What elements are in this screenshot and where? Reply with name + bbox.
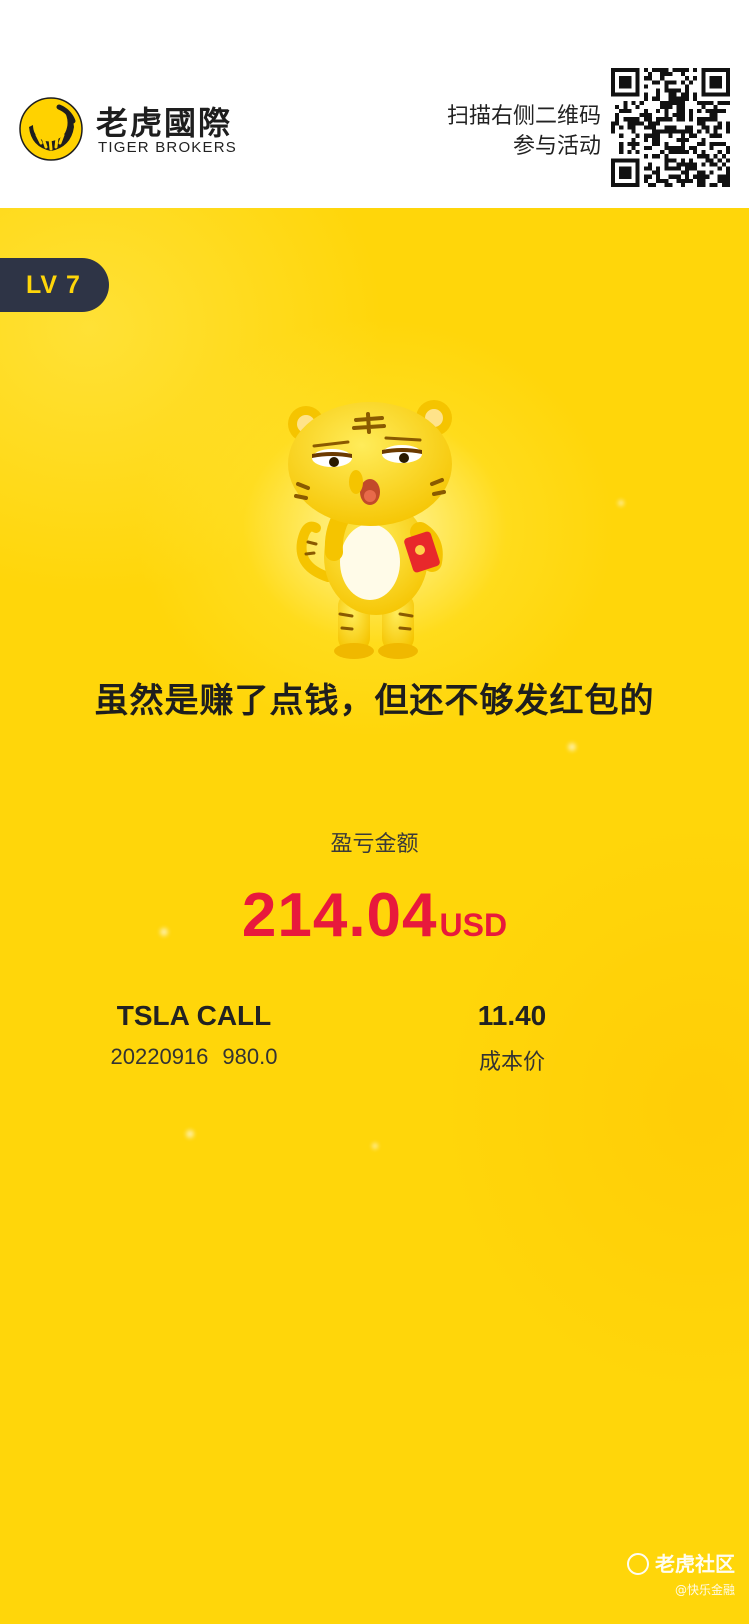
level-badge: LV 7 — [0, 258, 109, 312]
sparkle-decoration — [568, 743, 576, 751]
watermark-title-text: 老虎社区 — [655, 1552, 735, 1576]
pnl-amount-value: 214.04 — [241, 881, 438, 950]
watermark-title: 老虎社区 — [627, 1548, 735, 1577]
pnl-label: 盈亏金额 — [330, 832, 419, 857]
brand-name-cn: 老虎國際 — [96, 104, 233, 142]
cost-price-label: 成本价 — [478, 1050, 545, 1075]
scan-instruction-line1: 扫描右侧二维码 — [446, 104, 601, 129]
watermark-handle: @快乐金融 — [674, 1583, 735, 1597]
contract-expiry: 20220916 — [110, 1044, 209, 1069]
tiger-mascot — [288, 400, 452, 659]
cost-info: 11.40 成本价 — [424, 1000, 600, 1076]
qr-code[interactable] — [611, 68, 730, 187]
headline-message: 虽然是赚了点钱，但还不够发红包的 — [94, 681, 655, 721]
watermark: 老虎社区 @快乐金融 — [627, 1548, 735, 1598]
scan-instruction-line2: 参与活动 — [512, 134, 601, 159]
brand-name-en: TIGER BROKERS — [98, 139, 237, 156]
scan-instruction: 扫描右侧二维码 参与活动 — [447, 102, 601, 162]
tiger-logo-icon — [19, 97, 83, 161]
share-header: 老虎國際 TIGER BROKERS 扫描右侧二维码 参与活动 — [0, 0, 749, 208]
watermark-logo-icon — [627, 1553, 649, 1575]
pnl-amount: 214.04USD — [0, 880, 749, 951]
contract-name: TSLA CALL — [116, 1000, 272, 1031]
cost-price-value: 11.40 — [477, 1000, 547, 1031]
sparkle-decoration — [618, 500, 624, 506]
contract-detail: 20220916 980.0 — [0, 1044, 388, 1070]
contract-strike: 980.0 — [222, 1044, 278, 1069]
contract-info: TSLA CALL 20220916 980.0 — [0, 1000, 388, 1070]
sparkle-decoration — [186, 1130, 194, 1138]
sparkle-decoration — [372, 1143, 378, 1149]
pnl-share-card: LV 7 虽然是赚了点钱，但还不够发红包的 盈亏金额 214.04USD TSL… — [0, 208, 749, 1624]
pnl-amount-currency: USD — [439, 907, 508, 943]
